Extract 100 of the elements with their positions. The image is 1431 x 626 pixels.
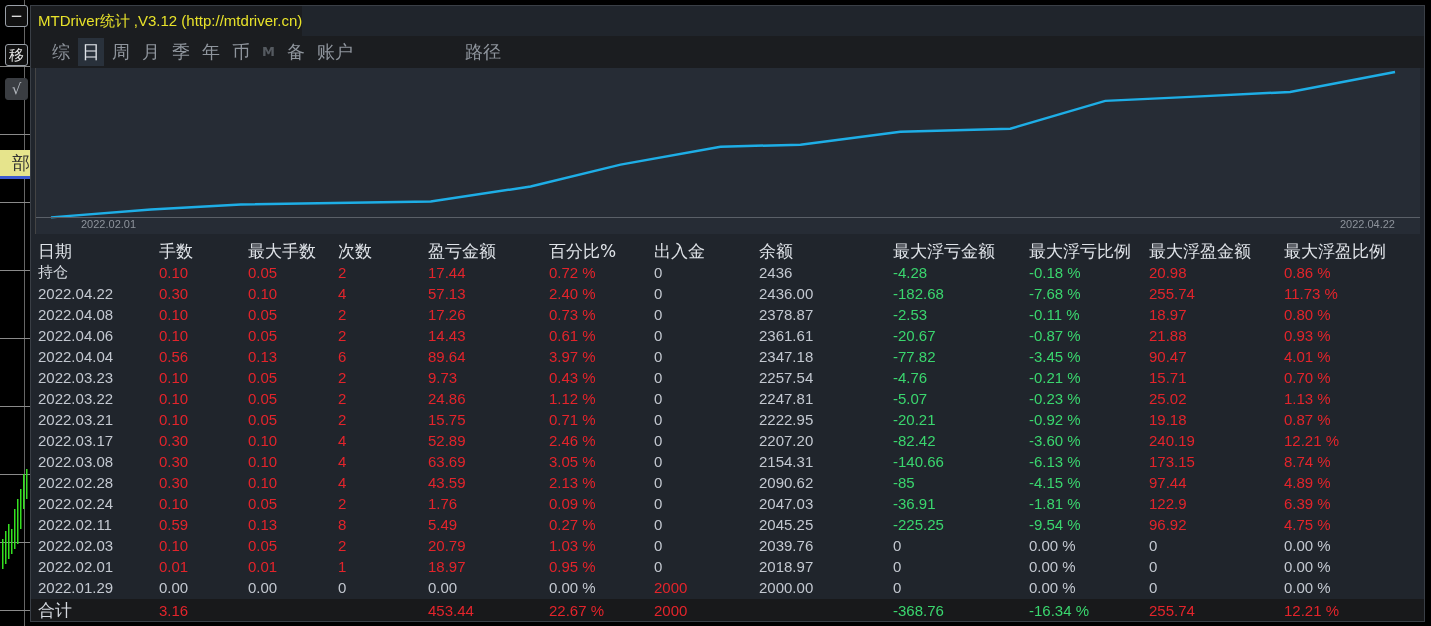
- table-cell-text: 0: [654, 327, 664, 344]
- table-cell-text: 20.79: [428, 537, 467, 554]
- table-cell-text: 4.89 %: [1284, 474, 1332, 491]
- window-title: MTDriver统计 ,V3.12 (http://mtdriver.cn): [31, 6, 303, 36]
- table-cell-text: 4: [338, 432, 348, 449]
- table-cell-text: 0: [893, 558, 903, 575]
- tool-button[interactable]: 移: [5, 44, 28, 66]
- table-cell-text: 2436: [759, 264, 794, 281]
- table-cell-text: 4.01 %: [1284, 348, 1332, 365]
- table-cell-text: -6.13 %: [1029, 453, 1082, 470]
- table-cell-text: 1.03 %: [549, 537, 597, 554]
- table-cell-text: 0.56: [159, 348, 190, 365]
- table-cell-text: 0.10: [159, 495, 190, 512]
- table-cell-text: 0: [1149, 579, 1159, 596]
- tab[interactable]: 周: [108, 37, 134, 66]
- tab[interactable]: 综: [48, 37, 74, 66]
- tab[interactable]: 季: [168, 37, 194, 66]
- tool-button[interactable]: −: [5, 5, 28, 27]
- table-cell-text: -5.07: [893, 390, 929, 407]
- table-cell-text: -0.18 %: [1029, 264, 1082, 281]
- table-cell-text: 0.27 %: [549, 516, 597, 533]
- table-cell-text: 63.69: [428, 453, 467, 470]
- table-cell-text: 12.21 %: [1284, 432, 1341, 449]
- table-cell-text: 0.30: [159, 453, 190, 470]
- table-cell-text: 2257.54: [759, 369, 815, 386]
- table-cell-text: 0: [654, 558, 664, 575]
- table-cell-text: -2.53: [893, 306, 929, 323]
- table-cell-text: 2.40 %: [549, 285, 597, 302]
- table-cell-text: 2222.95: [759, 411, 815, 428]
- tab[interactable]: 日: [78, 37, 104, 66]
- table-cell-text: 2022.02.24: [38, 495, 115, 512]
- label-tag: 部: [0, 150, 30, 179]
- table-cell-text: 0.10: [159, 537, 190, 554]
- table-cell-text: 122.9: [1149, 495, 1188, 512]
- table-cell-text: 0.10: [159, 306, 190, 323]
- table-cell-text: 2022.04.04: [38, 348, 115, 365]
- table-cell-text: -0.11 %: [1029, 306, 1081, 323]
- table-cell-text: 2: [338, 369, 348, 386]
- table-cell-text: 2: [338, 495, 348, 512]
- table-cell-text: 0: [654, 369, 664, 386]
- table-cell-text: 4.75 %: [1284, 516, 1332, 533]
- table-cell-text: 0: [893, 579, 903, 596]
- table-cell-text: 0.00 %: [1284, 558, 1332, 575]
- table-cell-text: 2022.04.06: [38, 327, 115, 344]
- table-cell-text: 15.71: [1149, 369, 1188, 386]
- tab[interactable]: 账户: [312, 37, 357, 66]
- tab[interactable]: 月: [138, 37, 164, 66]
- table-cell-text: 2039.76: [759, 537, 815, 554]
- tab[interactable]: 备: [282, 37, 309, 66]
- table-cell-text: 0: [654, 537, 664, 554]
- table-cell-text: 0.05: [248, 495, 279, 512]
- table-cell-text: 2022.03.08: [38, 453, 115, 470]
- tab[interactable]: 年: [198, 37, 224, 66]
- table-cell-text: 255.74: [1149, 285, 1196, 302]
- table-cell-text: 0.01: [159, 558, 190, 575]
- table-cell-text: -0.21 %: [1029, 369, 1082, 386]
- table-cell-text: -0.23 %: [1029, 390, 1082, 407]
- column-header: 最大手数: [248, 240, 317, 263]
- table-cell-text: 0.87 %: [1284, 411, 1332, 428]
- table-cell-text: 0: [1149, 537, 1159, 554]
- column-header: 手数: [159, 240, 194, 263]
- table-cell-text: 0.10: [159, 264, 190, 281]
- table-cell-text: -0.87 %: [1029, 327, 1082, 344]
- table-cell-text: 11.73 %: [1284, 285, 1339, 302]
- tab[interactable]: 路径: [460, 37, 505, 66]
- table-cell-text: 0.86 %: [1284, 264, 1332, 281]
- column-header: 日期: [38, 240, 73, 263]
- axis-label: 2022.02.01: [81, 218, 137, 230]
- table-cell-text: 2018.97: [759, 558, 815, 575]
- table-cell-text: 19.18: [1149, 411, 1188, 428]
- table-cell-text: 持仓: [38, 263, 69, 282]
- table-cell-text: -4.28: [893, 264, 929, 281]
- table-cell-text: 9.73: [428, 369, 459, 386]
- table-cell-text: 21.88: [1149, 327, 1188, 344]
- table-cell-text: 2022.02.11: [38, 516, 113, 533]
- table-cell-text: 0: [654, 516, 664, 533]
- table-cell-text: 2: [338, 264, 348, 281]
- column-header: 盈亏金额: [428, 240, 497, 263]
- table-cell-text: 8: [338, 516, 348, 533]
- table-cell-text: 0: [654, 495, 664, 512]
- table-cell-text: 2.13 %: [549, 474, 597, 491]
- table-cell-text: 0.10: [159, 390, 190, 407]
- table-cell-text: 2378.87: [759, 306, 815, 323]
- table-cell-text: 22.67 %: [549, 602, 606, 619]
- table-cell-text: 0.13: [248, 348, 279, 365]
- table-cell-text: 2022.03.17: [38, 432, 115, 449]
- column-header: 出入金: [654, 240, 706, 263]
- column-header: 余额: [759, 240, 794, 263]
- table-cell-text: 0.10: [159, 369, 190, 386]
- column-header: 最大浮亏金额: [893, 240, 996, 263]
- table-cell-text: 0.72 %: [549, 264, 597, 281]
- table-cell-text: 0.00: [428, 579, 459, 596]
- table-cell-text: 0: [654, 474, 664, 491]
- table-cell-text: 2: [338, 306, 348, 323]
- table-cell-text: 0.61 %: [549, 327, 597, 344]
- table-cell-text: 2047.03: [759, 495, 815, 512]
- table-cell-text: 0.30: [159, 432, 190, 449]
- tab[interactable]: 币: [228, 37, 254, 66]
- table-cell-text: -140.66: [893, 453, 945, 470]
- table-cell-text: -20.21: [893, 411, 937, 428]
